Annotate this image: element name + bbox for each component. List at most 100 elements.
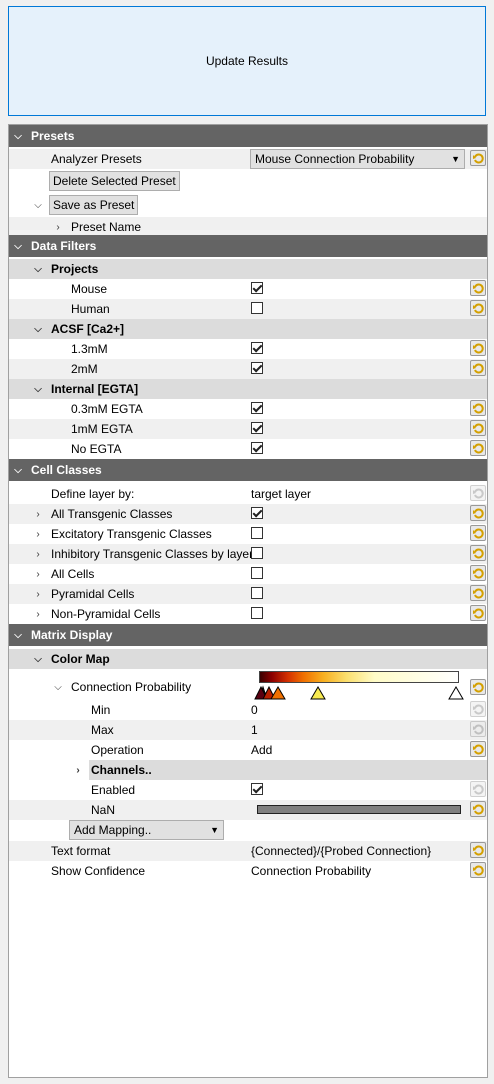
enabled-checkbox[interactable] [251, 783, 263, 795]
nan-color-swatch[interactable] [257, 805, 461, 814]
reset-icon[interactable] [470, 505, 486, 521]
reset-icon[interactable] [470, 340, 486, 356]
reset-icon[interactable] [470, 485, 486, 501]
cell-classes-header-label: Cell Classes [31, 463, 102, 477]
chevron-down-icon[interactable]: ⌵ [31, 379, 45, 399]
acsf-group[interactable]: ⌵ ACSF [Ca2+] [9, 319, 487, 339]
egta-0-3mm-checkbox[interactable] [251, 402, 263, 414]
cell-classes-header[interactable]: ⌵ Cell Classes [9, 459, 487, 481]
reset-icon[interactable] [470, 150, 486, 166]
reset-icon[interactable] [470, 781, 486, 797]
all-cells-checkbox[interactable] [251, 567, 263, 579]
chevron-right-icon[interactable]: › [31, 524, 45, 544]
chevron-down-icon: ▼ [451, 154, 460, 164]
filter-row: 1.3mM [9, 339, 487, 359]
parameter-tree[interactable]: ⌵ Presets Analyzer Presets Mouse Connect… [8, 124, 488, 1078]
delete-preset-row: Delete Selected Preset [9, 171, 487, 191]
analyzer-presets-select[interactable]: Mouse Connection Probability ▼ [250, 149, 465, 169]
color-stop-marker-icon [310, 686, 326, 700]
chevron-right-icon[interactable]: › [31, 604, 45, 624]
reset-icon[interactable] [470, 721, 486, 737]
filter-label: 2mM [71, 362, 98, 376]
reset-icon[interactable] [470, 701, 486, 717]
non-pyramidal-cells-checkbox[interactable] [251, 607, 263, 619]
reset-icon[interactable] [470, 605, 486, 621]
chevron-right-icon[interactable]: › [71, 760, 85, 780]
reset-icon[interactable] [470, 585, 486, 601]
channels-label: Channels.. [91, 763, 152, 777]
reset-icon[interactable] [470, 842, 486, 858]
chevron-down-icon[interactable]: ⌵ [31, 649, 45, 669]
cell-class-row: › All Cells [9, 564, 487, 584]
cell-class-label: Inhibitory Transgenic Classes by layer [51, 547, 254, 561]
presets-header[interactable]: ⌵ Presets [9, 125, 487, 147]
inhibitory-transgenic-checkbox[interactable] [251, 547, 263, 559]
chevron-down-icon[interactable]: ⌵ [31, 319, 45, 339]
channels-group[interactable]: › Channels.. [76, 760, 487, 780]
chevron-down-icon[interactable]: ⌵ [31, 259, 45, 279]
color-map-stops[interactable] [249, 683, 469, 701]
operation-value[interactable]: Add [251, 740, 272, 760]
chevron-down-icon[interactable]: ⌵ [31, 195, 45, 215]
chevron-down-icon[interactable]: ⌵ [11, 125, 25, 147]
egta-1mm-checkbox[interactable] [251, 422, 263, 434]
preset-name-row[interactable]: › Preset Name [9, 217, 487, 237]
filter-row: Human [9, 299, 487, 319]
reset-icon[interactable] [470, 679, 486, 695]
reset-icon[interactable] [470, 801, 486, 817]
save-as-preset-button[interactable]: Save as Preset [49, 195, 139, 215]
human-checkbox[interactable] [251, 302, 263, 314]
enabled-row: Enabled [9, 780, 487, 800]
chevron-right-icon[interactable]: › [51, 217, 65, 237]
projects-group[interactable]: ⌵ Projects [9, 259, 487, 279]
reset-icon[interactable] [470, 741, 486, 757]
reset-icon[interactable] [470, 420, 486, 436]
define-layer-row: Define layer by: target layer [9, 484, 487, 504]
no-egta-checkbox[interactable] [251, 442, 263, 454]
matrix-display-header[interactable]: ⌵ Matrix Display [9, 624, 487, 646]
delete-selected-preset-button[interactable]: Delete Selected Preset [49, 171, 180, 191]
reset-icon[interactable] [470, 280, 486, 296]
pyramidal-cells-checkbox[interactable] [251, 587, 263, 599]
data-filters-header[interactable]: ⌵ Data Filters [9, 235, 487, 257]
update-results-button[interactable]: Update Results [8, 6, 486, 116]
analyzer-presets-label: Analyzer Presets [51, 152, 142, 166]
reset-icon[interactable] [470, 545, 486, 561]
reset-icon[interactable] [470, 300, 486, 316]
excitatory-transgenic-checkbox[interactable] [251, 527, 263, 539]
max-row: Max 1 [9, 720, 487, 740]
add-mapping-select[interactable]: Add Mapping.. ▼ [69, 820, 224, 840]
reset-icon[interactable] [470, 400, 486, 416]
text-format-value[interactable]: {Connected}/{Probed Connection} [251, 841, 431, 861]
reset-icon[interactable] [470, 862, 486, 878]
define-layer-value[interactable]: target layer [251, 484, 311, 504]
chevron-down-icon[interactable]: ⌵ [11, 459, 25, 481]
color-map-gradient-bar[interactable] [259, 671, 459, 683]
chevron-right-icon[interactable]: › [31, 584, 45, 604]
reset-icon[interactable] [470, 565, 486, 581]
internal-label: Internal [EGTA] [51, 382, 139, 396]
show-confidence-value[interactable]: Connection Probability [251, 861, 371, 881]
matrix-display-header-label: Matrix Display [31, 628, 113, 642]
cell-class-label: All Cells [51, 567, 95, 581]
reset-icon[interactable] [470, 360, 486, 376]
color-map-group[interactable]: ⌵ Color Map [9, 649, 487, 669]
max-value[interactable]: 1 [251, 720, 258, 740]
chevron-right-icon[interactable]: › [31, 504, 45, 524]
acsf-label: ACSF [Ca2+] [51, 322, 125, 336]
chevron-right-icon[interactable]: › [31, 544, 45, 564]
filter-row: No EGTA [9, 439, 487, 459]
acsf-1-3mm-checkbox[interactable] [251, 342, 263, 354]
mouse-checkbox[interactable] [251, 282, 263, 294]
reset-icon[interactable] [470, 440, 486, 456]
all-transgenic-checkbox[interactable] [251, 507, 263, 519]
reset-icon[interactable] [470, 525, 486, 541]
min-value[interactable]: 0 [251, 700, 258, 720]
internal-group[interactable]: ⌵ Internal [EGTA] [9, 379, 487, 399]
chevron-right-icon[interactable]: › [31, 564, 45, 584]
chevron-down-icon[interactable]: ⌵ [11, 235, 25, 257]
chevron-down-icon[interactable]: ⌵ [11, 624, 25, 646]
filter-row: 1mM EGTA [9, 419, 487, 439]
acsf-2mm-checkbox[interactable] [251, 362, 263, 374]
save-preset-row: ⌵ Save as Preset [9, 195, 487, 215]
